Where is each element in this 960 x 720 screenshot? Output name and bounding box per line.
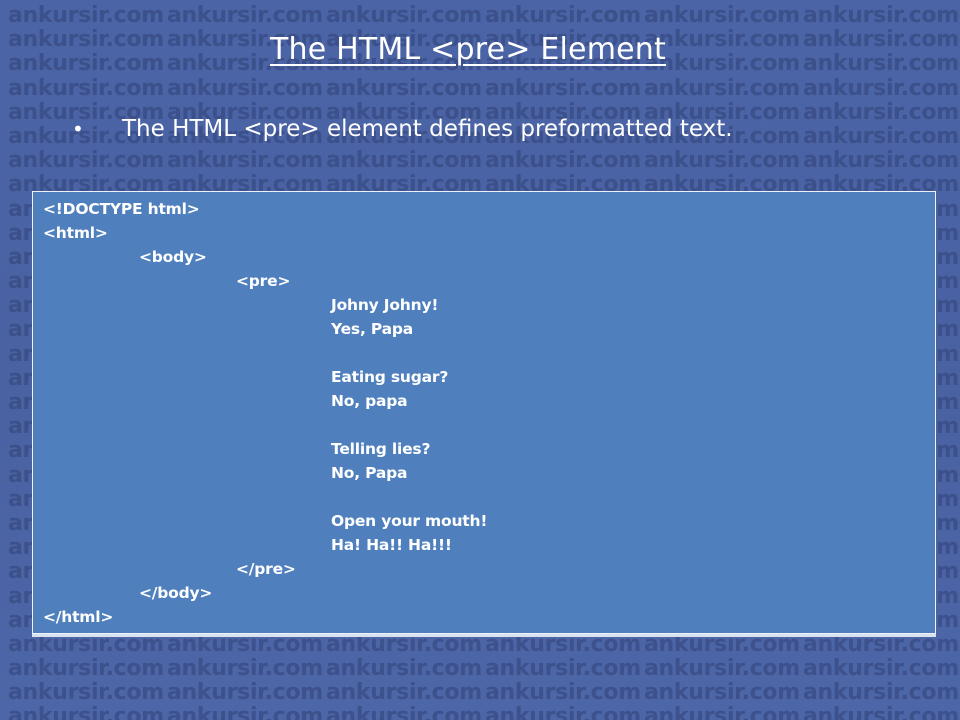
watermark-text: ankursir.com [167,631,323,657]
watermark-text: ankursir.com [803,75,959,101]
code-line: Johny Johny! [331,296,439,314]
code-line: Telling lies? [331,440,431,458]
watermark-text: ankursir.com [326,631,482,657]
code-line: Yes, Papa [331,320,413,338]
watermark-text: ankursir.com [485,631,641,657]
watermark-text: ankursir.com [644,704,800,720]
watermark-text: ankursir.com [167,148,323,174]
watermark-text: ankursir.com [8,631,164,657]
watermark-text: ankursir.com [167,680,323,706]
watermark-text: ankursir.com [326,656,482,682]
slide-title: The HTML <pre> Element [0,32,936,67]
watermark-text: ankursir.com [803,656,959,682]
watermark-text: ankursir.com [326,680,482,706]
watermark-text: ankursir.com [326,148,482,174]
watermark-text: ankursir.com [485,656,641,682]
bullet-icon: • [72,117,84,141]
watermark-text: ankursir.com [485,704,641,720]
watermark-text: ankursir.com [326,75,482,101]
watermark-text: ankursir.com [644,75,800,101]
bullet-item: • The HTML <pre> element defines preforma… [72,116,733,142]
watermark-text: ankursir.com [8,3,164,28]
watermark-text: ankursir.com [644,148,800,174]
watermark-text: ankursir.com [644,680,800,706]
watermark-text: ankursir.com [485,148,641,174]
watermark-text: ankursir.com [8,75,164,101]
code-line: No, Papa [331,464,408,482]
watermark-text: ankursir.com [8,148,164,174]
watermark-text: ankursir.com [803,3,959,28]
watermark-text: ankursir.com [803,123,959,149]
watermark-text: ankursir.com [803,148,959,174]
watermark-text: ankursir.com [326,3,482,28]
code-line: <pre> [236,272,291,290]
code-example-box: <!DOCTYPE html> <html> <body> <pre> John… [32,191,936,634]
watermark-text: ankursir.com [326,704,482,720]
watermark-text: ankursir.com [803,99,959,125]
code-line: <!DOCTYPE html> [43,200,200,218]
watermark-text: ankursir.com [485,680,641,706]
code-line: Open your mouth! [331,512,488,530]
code-line: <html> [43,224,108,242]
watermark-text: ankursir.com [8,656,164,682]
watermark-text: ankursir.com [167,3,323,28]
code-line: <body> [139,248,207,266]
watermark-text: ankursir.com [644,3,800,28]
watermark-text: ankursir.com [8,704,164,720]
watermark-text: ankursir.com [167,656,323,682]
slide-title-text: The HTML <pre> Element [270,32,666,67]
watermark-text: ankursir.com [644,631,800,657]
code-line: No, papa [331,392,408,410]
watermark-text: ankursir.com [485,3,641,28]
watermark-text: ankursir.com [644,656,800,682]
watermark-text: ankursir.com [485,75,641,101]
watermark-text: ankursir.com [8,680,164,706]
code-line: Ha! Ha!! Ha!!! [331,536,452,554]
code-line: </pre> [236,560,296,578]
watermark-text: ankursir.com [167,704,323,720]
watermark-text: ankursir.com [803,680,959,706]
watermark-text: ankursir.com [167,75,323,101]
slide: ankursir.com ankursir.com ankursir.com anku… [0,0,960,720]
code-line: </body> [139,584,213,602]
bullet-text: The HTML <pre> element defines preformat… [122,116,733,142]
watermark-text: ankursir.com [803,631,959,657]
code-line: Eating sugar? [331,368,449,386]
code-line: </html> [43,608,114,626]
watermark-text: ankursir.com [803,704,959,720]
